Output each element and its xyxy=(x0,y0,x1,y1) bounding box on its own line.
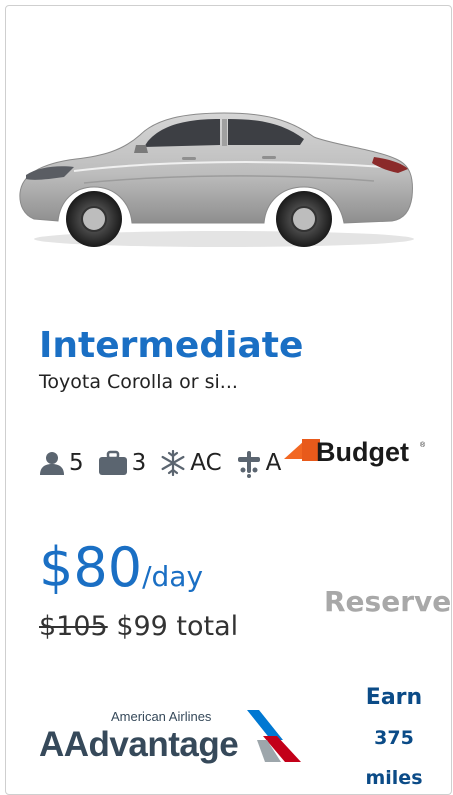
aa-brand-small: American Airlines xyxy=(111,709,212,724)
vehicle-features: 5 3 AC A xyxy=(39,446,295,480)
car-image xyxy=(19,112,414,247)
gear-shift-icon xyxy=(237,451,260,478)
miles-value: 375 xyxy=(374,727,414,749)
miles-earned: Earn 375 miles xyxy=(346,678,442,794)
daily-price: $80/day xyxy=(39,536,203,613)
suitcase-icon xyxy=(98,450,127,475)
car-model-name: Toyota Corolla or si... xyxy=(39,371,238,393)
passenger-count: 5 xyxy=(69,450,84,476)
aadvantage-logo: American Airlines AAdvantage xyxy=(39,709,301,764)
total-price: $99 total xyxy=(116,611,239,642)
bag-count: 3 xyxy=(131,450,147,476)
budget-logo-text: Budget xyxy=(316,437,409,467)
car-rental-card[interactable]: Intermediate Toyota Corolla or si... 5 3 xyxy=(5,5,452,795)
daily-price-unit: /day xyxy=(142,560,204,593)
miles-unit: miles xyxy=(365,767,423,789)
daily-price-amount: $80 xyxy=(39,536,143,599)
bag-capacity: 3 xyxy=(98,450,147,476)
snowflake-icon xyxy=(161,450,185,476)
budget-logo: Budget ® xyxy=(284,437,426,467)
price-totals: $105 $99 total xyxy=(39,610,238,644)
aa-brand-large: AAdvantage xyxy=(39,725,238,764)
reserve-button[interactable]: Reserve xyxy=(318,579,451,623)
ac-label: AC xyxy=(190,450,222,476)
transmission-type: A xyxy=(265,450,282,476)
transmission: A xyxy=(236,448,282,478)
air-conditioning: AC xyxy=(160,450,222,476)
person-icon xyxy=(40,452,64,475)
earn-label: Earn xyxy=(365,685,423,710)
car-class-title: Intermediate xyxy=(39,325,304,366)
passenger-capacity: 5 xyxy=(39,450,84,476)
svg-text:®: ® xyxy=(420,441,426,449)
original-total-price: $105 xyxy=(39,611,108,642)
